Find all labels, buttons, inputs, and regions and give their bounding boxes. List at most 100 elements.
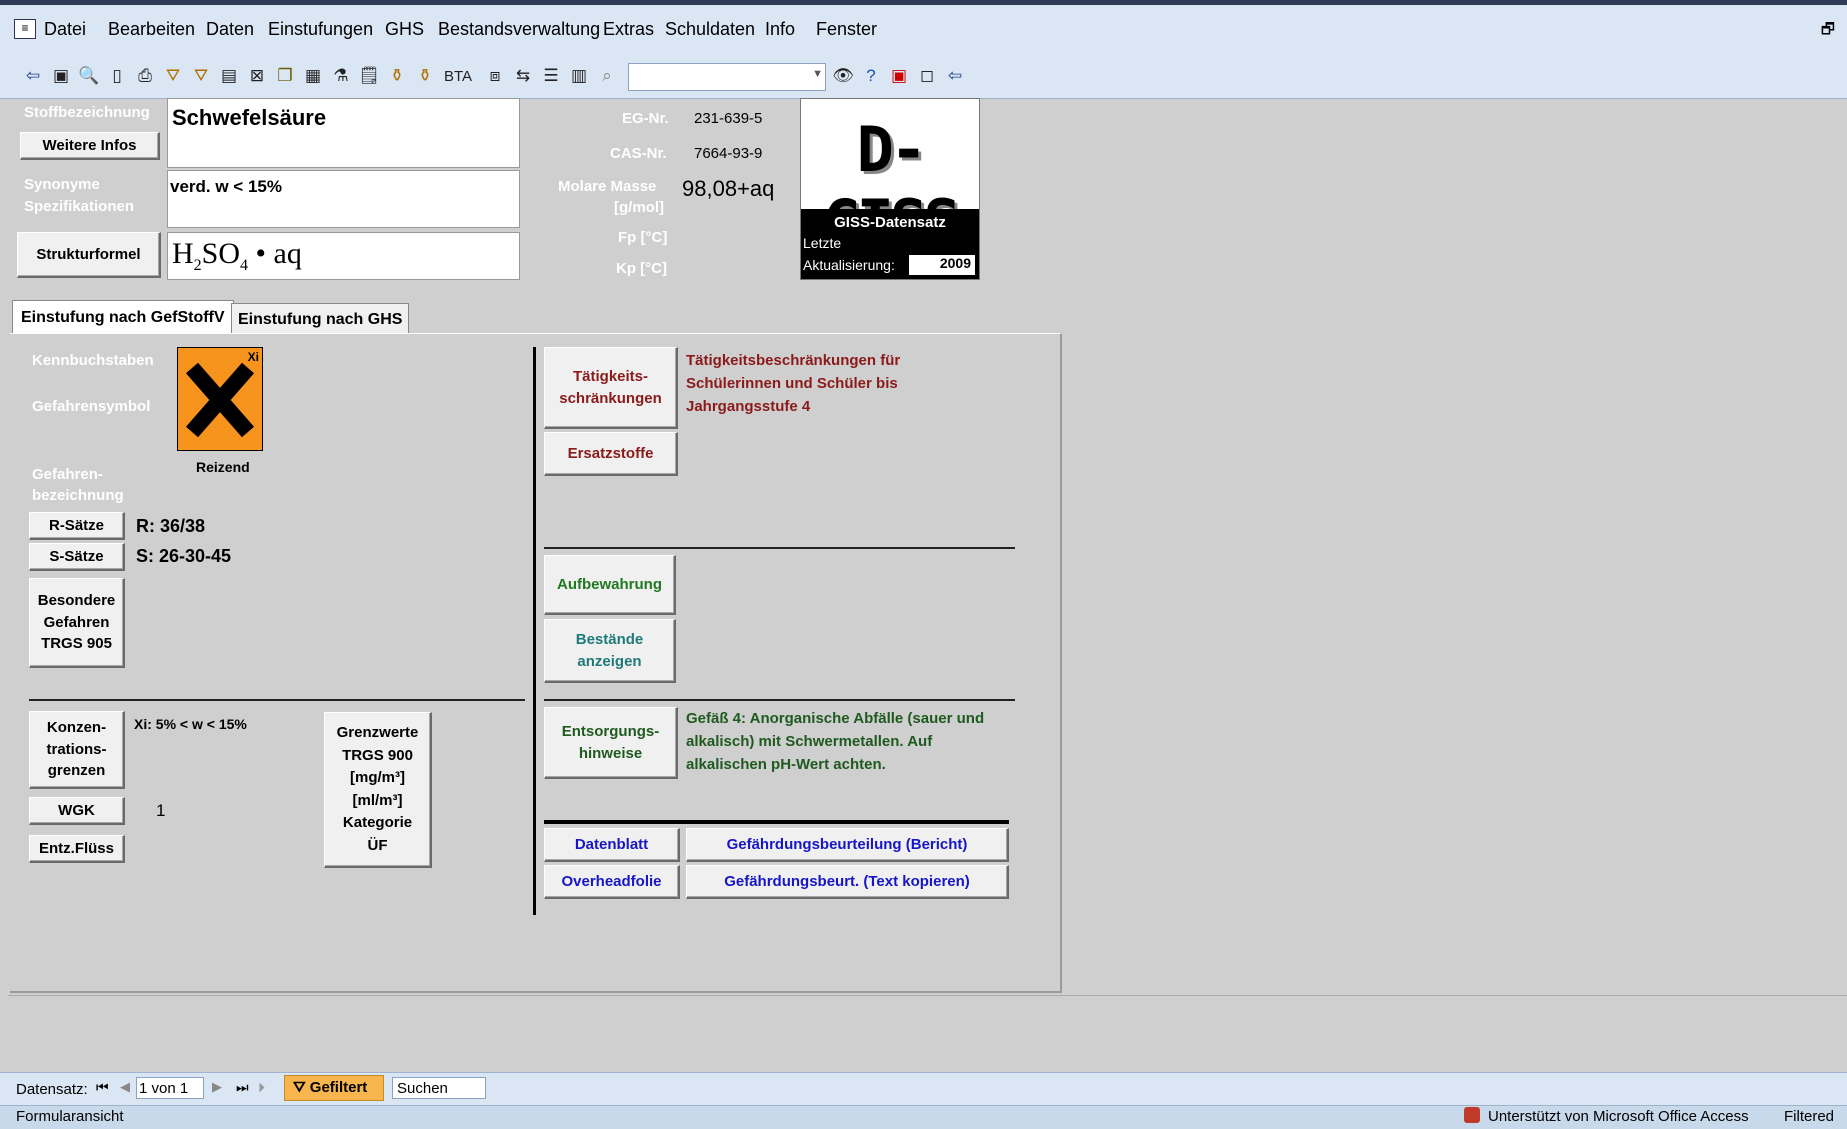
search-combobox[interactable]: ▼ bbox=[628, 63, 826, 91]
grid-icon[interactable]: ⊠ bbox=[246, 64, 268, 88]
bestaende-anzeigen-button[interactable]: Bestände anzeigen bbox=[544, 619, 676, 683]
logo-caption-bar: GISS-Datensatz Letzte Aktualisierung: 20… bbox=[801, 209, 979, 279]
entz-fluess-button[interactable]: Entz.Flüss bbox=[29, 835, 125, 863]
gefahrensymbol-label: Gefahrensymbol bbox=[32, 398, 151, 415]
ersatzstoffe-button[interactable]: Ersatzstoffe bbox=[544, 432, 678, 476]
menu-fenster[interactable]: Fenster bbox=[816, 19, 877, 40]
gefiltert-label: Gefiltert bbox=[309, 1079, 368, 1096]
close-form-icon[interactable]: ⇦ bbox=[944, 64, 966, 88]
menu-ghs[interactable]: GHS bbox=[385, 19, 424, 40]
flask-icon-1[interactable]: ⚱ bbox=[386, 64, 408, 88]
filter-remove-icon[interactable]: ⛛ bbox=[190, 64, 212, 88]
form-icon[interactable]: ▦ bbox=[302, 64, 324, 88]
menu-daten[interactable]: Daten bbox=[206, 19, 254, 40]
fp-label: Fp [°C] bbox=[618, 229, 668, 246]
formularansicht-label: Formularansicht bbox=[16, 1108, 124, 1125]
datenblatt-button[interactable]: Datenblatt bbox=[544, 828, 680, 862]
record-counter[interactable]: 1 von 1 bbox=[136, 1077, 204, 1099]
box-icon[interactable]: ⧈ bbox=[484, 64, 506, 88]
grenz-line-4: [ml/m³] bbox=[352, 791, 403, 809]
app-icon[interactable]: ≡ bbox=[14, 19, 36, 39]
search-field[interactable]: Suchen bbox=[392, 1077, 486, 1099]
d-giss-logo: D-GISS GISS-Datensatz Letzte Aktualisier… bbox=[800, 98, 980, 280]
stoffbezeichnung-field[interactable]: Schwefelsäure bbox=[167, 98, 520, 168]
gefaehrdungsbeurt-kopieren-button[interactable]: Gefährdungsbeurt. (Text kopieren) bbox=[686, 865, 1009, 899]
entsorg-text-2: alkalisch) mit Schwermetallen. Auf bbox=[686, 733, 933, 750]
konzentrationsgrenzen-button[interactable]: Konzen- trations- grenzen bbox=[29, 711, 125, 789]
print-icon[interactable]: ⎙ bbox=[134, 64, 156, 88]
record-navigation-bar: Datensatz: ⏮ ◀ 1 von 1 ▶ ⏭ ⏵ ⛛ Gefiltert… bbox=[0, 1072, 1847, 1129]
filter-icon[interactable]: ⛛ bbox=[162, 64, 184, 88]
s-saetze-button[interactable]: S-Sätze bbox=[29, 543, 125, 571]
menu-einstufungen[interactable]: Einstufungen bbox=[268, 19, 373, 40]
tab-gefstoffv[interactable]: Einstufung nach GefStoffV bbox=[12, 300, 234, 334]
taetig-text-1: Tätigkeitsbeschränkungen für bbox=[686, 352, 901, 369]
grenzwerte-button[interactable]: Grenzwerte TRGS 900 [mg/m³] [ml/m³] Kate… bbox=[324, 712, 432, 868]
aufbewahrung-button[interactable]: Aufbewahrung bbox=[544, 555, 676, 615]
formula-field: H2SO4 • aq bbox=[167, 232, 520, 280]
strukturformel-button[interactable]: Strukturformel bbox=[17, 232, 161, 278]
taetigkeitsbeschraenkungen-button[interactable]: Tätigkeits- schränkungen bbox=[544, 347, 678, 429]
r-saetze-value: R: 36/38 bbox=[136, 516, 206, 536]
new-record-icon[interactable]: ⏵ bbox=[258, 1079, 265, 1096]
kennbuchstaben-label: Kennbuchstaben bbox=[32, 352, 154, 369]
menu-bestandsverwaltung[interactable]: Bestandsverwaltung bbox=[438, 19, 600, 40]
logo-caption: GISS-Datensatz bbox=[834, 214, 946, 231]
grenz-line-6: ÜF bbox=[367, 836, 388, 854]
window-icon[interactable]: ◻ bbox=[916, 64, 938, 88]
exit-icon[interactable]: ⇦ bbox=[22, 64, 44, 88]
konz-line-1: Konzen- bbox=[46, 718, 107, 736]
table-icon[interactable]: ▤ bbox=[218, 64, 240, 88]
book-icon[interactable]: ▥ bbox=[568, 64, 590, 88]
menu-schuldaten[interactable]: Schuldaten bbox=[665, 19, 755, 40]
entsorg-text-1: Gefäß 4: Anorganische Abfälle (sauer und bbox=[686, 710, 985, 727]
restore-icon[interactable]: 🗗 bbox=[1821, 19, 1835, 44]
transfer-icon[interactable]: ⇆ bbox=[512, 64, 534, 88]
chemical-icon[interactable]: ⚗ bbox=[330, 64, 352, 88]
search-icon[interactable]: ⌕ bbox=[596, 64, 618, 88]
weitere-infos-button[interactable]: Weitere Infos bbox=[20, 132, 160, 160]
stoffbezeichnung-value: Schwefelsäure bbox=[172, 105, 327, 130]
besondere-gefahren-button[interactable]: Besondere Gefahren TRGS 905 bbox=[29, 578, 125, 668]
aktualisierung-label: Aktualisierung: bbox=[803, 257, 895, 273]
grenz-line-5: Kategorie bbox=[342, 814, 413, 831]
center-divider bbox=[533, 347, 536, 915]
first-record-icon[interactable]: ⏮ bbox=[96, 1079, 109, 1096]
synonyme-field[interactable]: verd. w < 15% bbox=[167, 170, 520, 228]
chevron-down-icon[interactable]: ▼ bbox=[812, 68, 823, 80]
eye-icon[interactable]: 👁 bbox=[832, 64, 854, 88]
copy-icon[interactable]: ❐ bbox=[274, 64, 296, 88]
prev-record-icon[interactable]: ◀ bbox=[120, 1079, 130, 1095]
grenz-line-3: [mg/m³] bbox=[350, 769, 405, 786]
taetig-text-2: Schülerinnen und Schüler bis bbox=[686, 375, 898, 392]
menu-info[interactable]: Info bbox=[765, 19, 795, 40]
menu-bearbeiten[interactable]: Bearbeiten bbox=[108, 19, 195, 40]
menu-extras[interactable]: Extras bbox=[603, 19, 654, 40]
list-icon[interactable]: ☰ bbox=[540, 64, 562, 88]
save-icon[interactable]: ▣ bbox=[50, 64, 72, 88]
gefaehrdungsbeurteilung-bericht-button[interactable]: Gefährdungsbeurteilung (Bericht) bbox=[686, 828, 1009, 862]
taetig-line-2: schränkungen bbox=[559, 389, 662, 407]
flask-icon-2[interactable]: ⚱ bbox=[414, 64, 436, 88]
synonyme-value: verd. w < 15% bbox=[170, 177, 282, 196]
next-record-icon[interactable]: ▶ bbox=[212, 1079, 222, 1095]
document-icon[interactable]: ▯ bbox=[106, 64, 128, 88]
left-divider bbox=[29, 699, 525, 701]
molare-masse-unit: [g/mol] bbox=[614, 199, 664, 216]
menu-datei[interactable]: Datei bbox=[44, 19, 86, 40]
tab-ghs[interactable]: Einstufung nach GHS bbox=[231, 303, 410, 334]
bta-button[interactable]: BTA bbox=[440, 64, 476, 88]
r-saetze-button[interactable]: R-Sätze bbox=[29, 512, 125, 540]
s-saetze-value: S: 26-30-45 bbox=[136, 546, 232, 566]
wgk-button[interactable]: WGK bbox=[29, 797, 125, 825]
filtered-toggle[interactable]: ⛛ Gefiltert bbox=[284, 1075, 384, 1101]
overheadfolie-button[interactable]: Overheadfolie bbox=[544, 865, 680, 899]
pdf-icon[interactable]: ▣ bbox=[888, 64, 910, 88]
note-icon[interactable]: 🗒 bbox=[358, 64, 380, 88]
entsorgungshinweise-button[interactable]: Entsorgungs- hinweise bbox=[544, 707, 678, 779]
bestaende-line-1: Bestände bbox=[575, 630, 644, 648]
office-access-icon bbox=[1464, 1107, 1480, 1123]
help-icon[interactable]: ? bbox=[860, 64, 882, 88]
preview-icon[interactable]: 🔍 bbox=[78, 64, 100, 88]
last-record-icon[interactable]: ⏭ bbox=[236, 1079, 249, 1096]
